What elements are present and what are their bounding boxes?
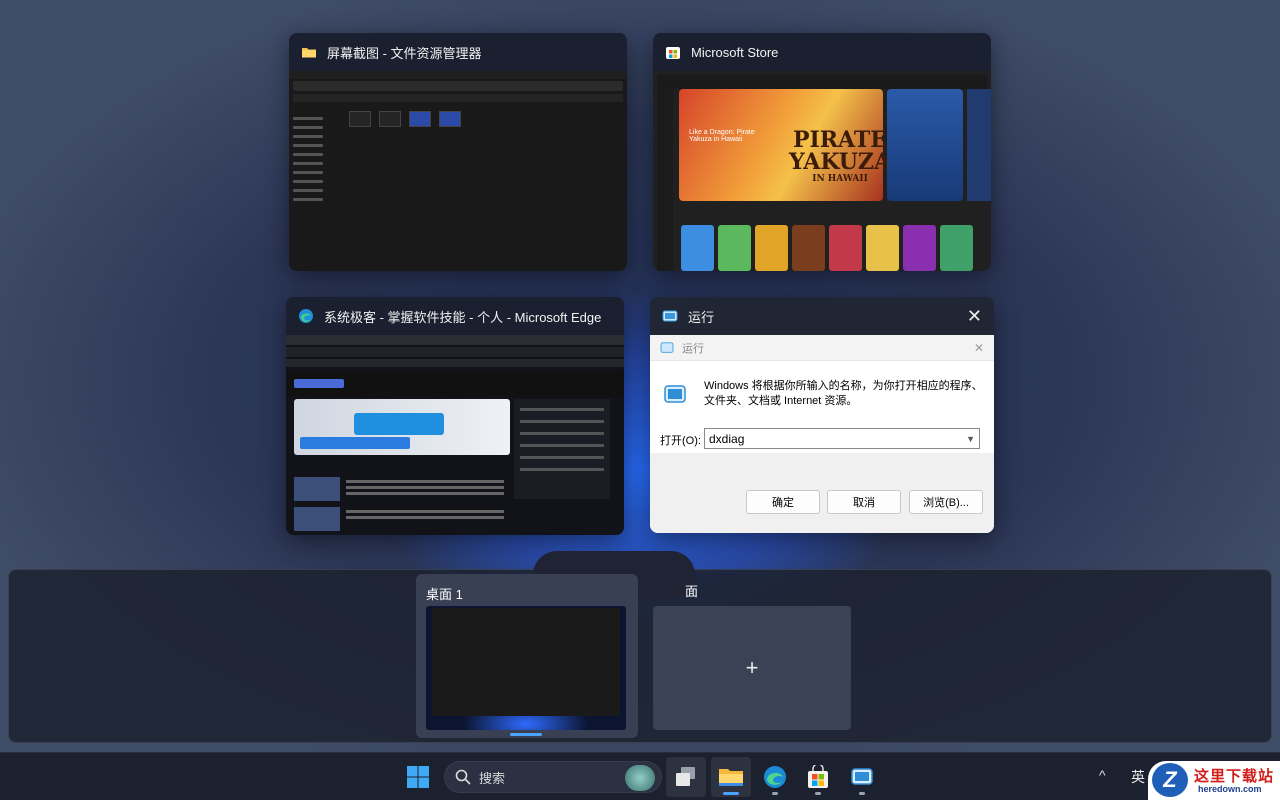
chevron-down-icon[interactable]: ▼: [966, 434, 975, 444]
running-indicator: [815, 792, 821, 795]
running-indicator: [859, 792, 865, 795]
run-icon: [851, 768, 873, 785]
site-banner: [294, 399, 510, 455]
run-icon: [664, 385, 686, 403]
cancel-button[interactable]: 取消: [827, 490, 901, 514]
input-language-indicator[interactable]: 英: [1131, 767, 1145, 787]
store-icon: [666, 47, 680, 59]
task-view-window-edge[interactable]: 系统极客 - 掌握软件技能 - 个人 - Microsoft Edge: [286, 297, 624, 535]
start-button[interactable]: [398, 757, 438, 797]
task-view-button[interactable]: [666, 757, 706, 797]
search-icon: [455, 769, 471, 785]
watermark-subtitle: heredown.com: [1198, 784, 1262, 794]
run-dialog-title: 运行: [682, 342, 704, 355]
watermark-logo-icon: Z: [1152, 763, 1188, 797]
desktop-preview: [426, 606, 626, 730]
taskbar-search[interactable]: 搜索: [444, 761, 662, 793]
active-desktop-indicator: [510, 733, 542, 736]
taskbar-run[interactable]: [842, 757, 882, 797]
new-desktop-label: 面: [685, 584, 699, 599]
taskbar-edge[interactable]: [755, 757, 795, 797]
taskbar-store[interactable]: [798, 757, 838, 797]
run-command-input[interactable]: dxdiag ▼: [704, 428, 980, 449]
desktop-thumbnail-1[interactable]: 桌面 1: [416, 574, 638, 738]
taskbar: 搜索 ^ 英: [0, 752, 1280, 800]
open-label: 打开(O):: [660, 435, 701, 447]
edge-icon: [299, 309, 313, 323]
new-desktop-button[interactable]: +: [653, 606, 851, 730]
folder-icon: [302, 48, 316, 58]
store-hero-text: Like a Dragon: Pirate Yakuza in Hawaii: [689, 129, 755, 143]
site-watermark: Z 这里下载站 heredown.com: [1148, 761, 1280, 800]
running-indicator: [723, 792, 739, 795]
window-title: Microsoft Store: [691, 44, 779, 60]
store-hero-banner: Like a Dragon: Pirate Yakuza in Hawaii P…: [679, 89, 891, 201]
windows-logo-icon: [407, 766, 429, 788]
window-thumbnail: Like a Dragon: Pirate Yakuza in Hawaii P…: [653, 71, 991, 271]
file-explorer-icon: [719, 769, 743, 786]
edge-icon: [764, 766, 786, 788]
window-thumbnail: [286, 335, 624, 535]
search-highlight-icon: [625, 765, 655, 791]
store-game-row: [681, 225, 973, 271]
store-hero-title: PIRATE YAKUZA IN HAWAII: [789, 127, 892, 184]
run-icon: [660, 341, 674, 353]
run-dialog: 运行 ✕ Windows 将根据你所输入的名称，为你打开相应的程序、文件夹、文档…: [650, 335, 994, 533]
window-titlebar: 屏幕截图 - 文件资源管理器: [289, 33, 627, 71]
browse-button[interactable]: 浏览(B)...: [909, 490, 983, 514]
run-icon: [662, 310, 678, 322]
ok-button[interactable]: 确定: [746, 490, 820, 514]
watermark-title: 这里下载站: [1194, 768, 1275, 785]
desktop-label: 桌面 1: [426, 587, 463, 602]
task-view-window-explorer[interactable]: 屏幕截图 - 文件资源管理器: [289, 33, 627, 271]
window-thumbnail: [289, 71, 627, 271]
run-command-value: dxdiag: [709, 431, 745, 446]
plus-icon: +: [745, 655, 759, 680]
window-title: 屏幕截图 - 文件资源管理器: [327, 45, 482, 61]
window-titlebar: Microsoft Store: [653, 33, 991, 71]
close-icon[interactable]: ✕: [967, 306, 982, 327]
window-title: 运行: [688, 309, 715, 325]
explorer-file-grid: [349, 111, 461, 127]
task-view-window-run[interactable]: 运行 ✕ 运行 ✕ Windows 将根据你所输入的名称，为你打开相应的程序、文…: [650, 297, 994, 533]
window-titlebar: 系统极客 - 掌握软件技能 - 个人 - Microsoft Edge: [286, 297, 624, 335]
taskbar-file-explorer[interactable]: [711, 757, 751, 797]
store-icon: [808, 765, 828, 788]
task-view-window-store[interactable]: Microsoft Store Like a Dragon: Pirate Ya…: [653, 33, 991, 271]
run-dialog-titlebar: 运行 ✕: [650, 335, 994, 361]
run-dialog-message: Windows 将根据你所输入的名称，为你打开相应的程序、文件夹、文档或 Int…: [704, 380, 983, 407]
running-indicator: [772, 792, 778, 795]
site-logo: [294, 379, 344, 388]
window-titlebar: 运行 ✕: [650, 297, 994, 335]
window-title: 系统极客 - 掌握软件技能 - 个人 - Microsoft Edge: [324, 309, 602, 325]
search-placeholder: 搜索: [479, 770, 506, 786]
tray-overflow-chevron[interactable]: ^: [1099, 767, 1106, 783]
explorer-sidebar: [293, 111, 343, 265]
close-icon[interactable]: ✕: [974, 341, 984, 355]
task-view-icon: [676, 767, 695, 786]
